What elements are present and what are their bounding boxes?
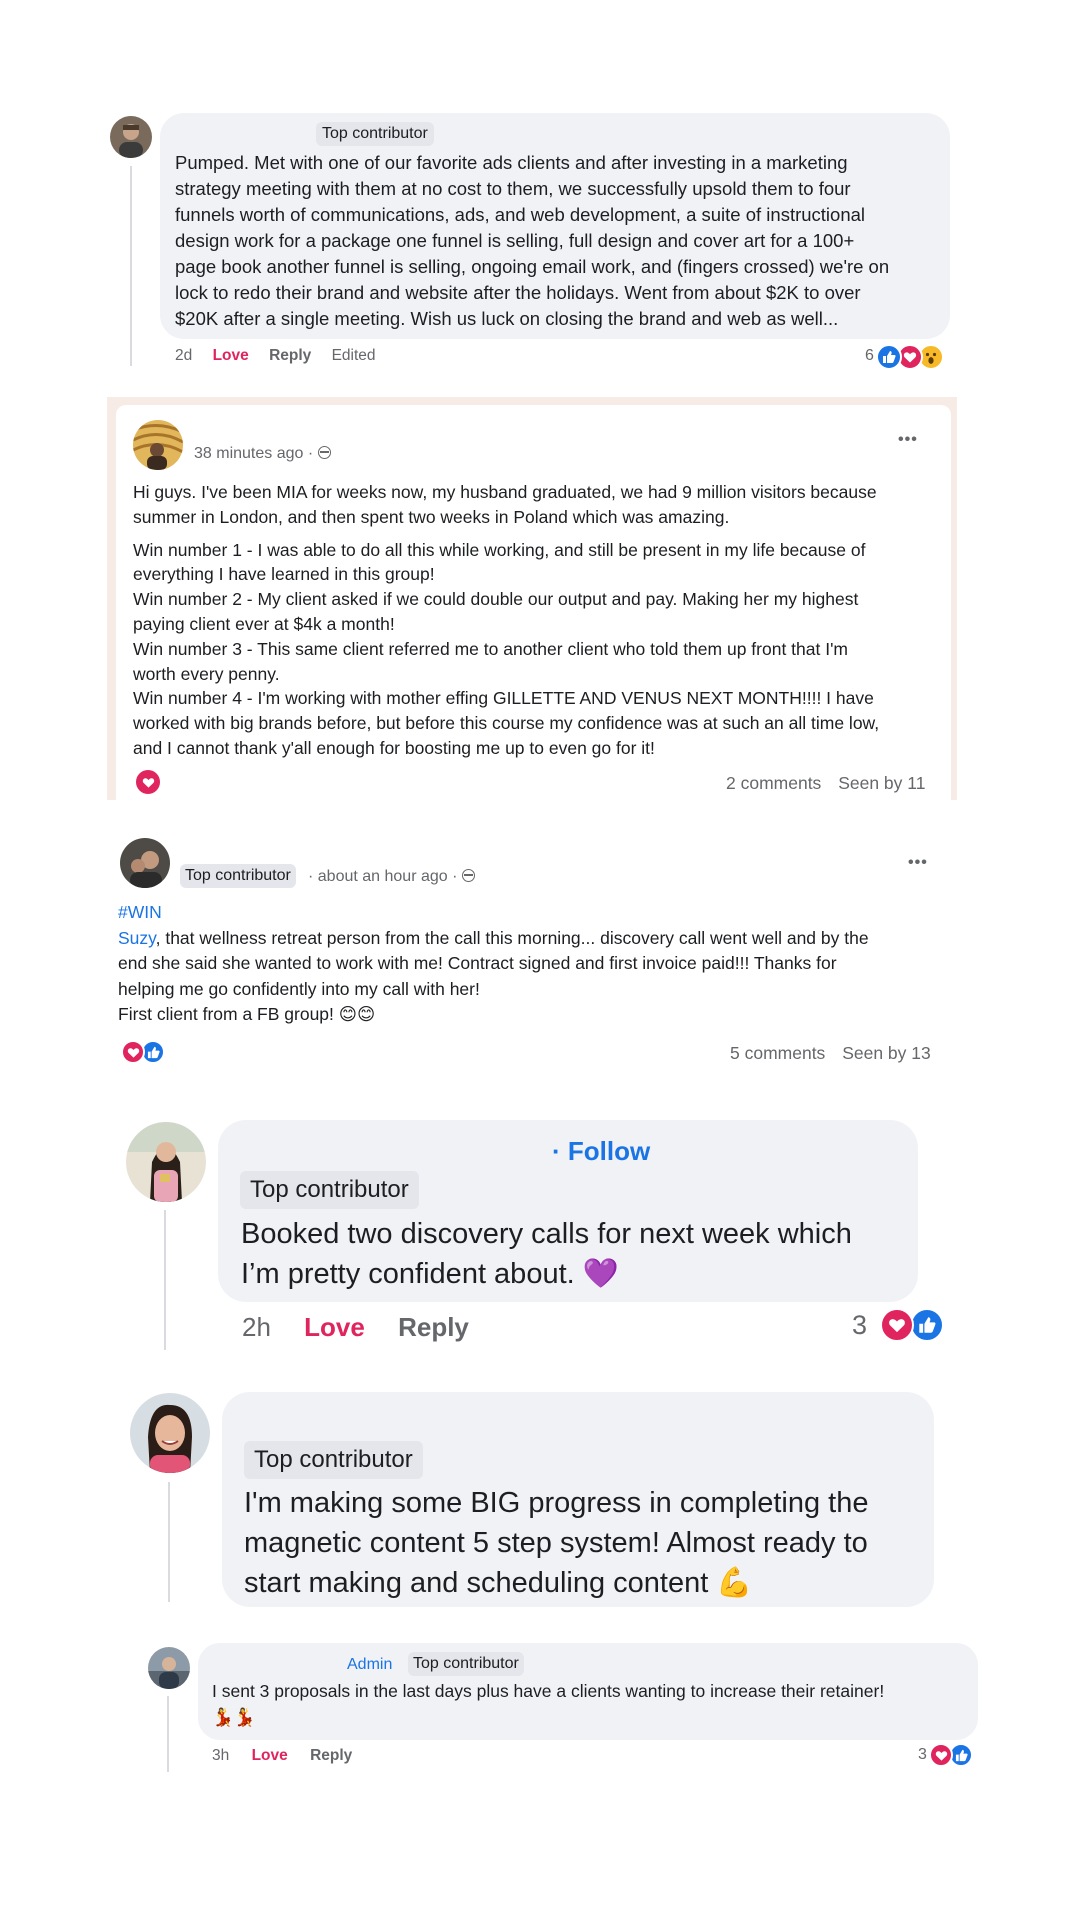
like-icon[interactable]	[910, 1308, 944, 1342]
thread-line	[168, 1482, 170, 1602]
top-contributor-badge: Top contributor	[180, 864, 296, 888]
avatar[interactable]	[130, 1393, 210, 1473]
post-text-line: everything I have learned in this group!	[133, 564, 435, 585]
avatar[interactable]	[120, 838, 170, 888]
comment-text-line: I’m pretty confident about. 💜	[241, 1258, 619, 1290]
reply-button[interactable]: Reply	[269, 347, 311, 364]
top-contributor-badge: Top contributor	[408, 1652, 524, 1676]
comment-text-line: page book another funnel is selling, ong…	[175, 256, 890, 277]
comment-text-line: I'm making some BIG progress in completi…	[244, 1487, 869, 1519]
seen-by[interactable]: Seen by 11	[838, 773, 925, 793]
avatar[interactable]	[133, 420, 183, 470]
hashtag-link[interactable]: #WIN	[118, 900, 869, 926]
comment-text: I'm making some BIG progress in completi…	[244, 1483, 868, 1603]
post-text-line: Win number 2 - My client asked if we cou…	[133, 589, 859, 610]
avatar[interactable]	[148, 1647, 190, 1689]
post-text: Hi guys. I've been MIA for weeks now, my…	[133, 480, 879, 761]
reply-button[interactable]: Reply	[398, 1312, 469, 1342]
comment-text-line: Booked two discovery calls for next week…	[241, 1218, 852, 1250]
like-icon[interactable]	[876, 344, 902, 370]
seen-by[interactable]: Seen by 13	[842, 1043, 931, 1063]
post-text-line: First client from a FB group! 😊😊	[118, 1004, 376, 1024]
more-options-icon[interactable]: •••	[908, 855, 928, 871]
thread-line	[167, 1696, 169, 1772]
love-icon[interactable]	[880, 1308, 914, 1342]
comment-actions: 2h Love Reply	[242, 1312, 469, 1343]
admin-label[interactable]: Admin	[347, 1656, 392, 1674]
timestamp[interactable]: 2h	[242, 1312, 271, 1342]
post-text-line: Win number 3 - This same client referred…	[133, 638, 849, 659]
post-text: #WIN Suzy, that wellness retreat person …	[118, 900, 869, 1028]
comment-text-line: $20K after a single meeting. Wish us luc…	[175, 308, 839, 329]
comment-text-line: strategy meeting with them at no cost to…	[175, 178, 851, 199]
comment-text-line: I sent 3 proposals in the last days plus…	[212, 1681, 885, 1701]
love-icon[interactable]	[929, 1743, 953, 1767]
post-text-line: and I cannot thank y'all enough for boos…	[133, 737, 655, 758]
comment-actions: 3h Love Reply	[212, 1747, 352, 1765]
comment-text: I sent 3 proposals in the last days plus…	[212, 1678, 884, 1730]
top-contributor-badge: Top contributor	[240, 1171, 419, 1209]
comment-text-line: magnetic content 5 step system! Almost r…	[244, 1527, 868, 1559]
love-button[interactable]: Love	[252, 1747, 288, 1764]
comments-count[interactable]: 2 comments	[726, 773, 821, 793]
love-icon[interactable]	[136, 770, 160, 794]
love-icon[interactable]	[121, 1040, 145, 1064]
reaction-count[interactable]: 3	[852, 1310, 867, 1341]
post-text-line: end she said she wanted to work with me!…	[118, 953, 837, 973]
post-stats: 5 comments Seen by 13	[730, 1043, 931, 1064]
comment-text-line: 💃💃	[212, 1707, 256, 1727]
comment-text: Booked two discovery calls for next week…	[241, 1214, 852, 1294]
love-button[interactable]: Love	[304, 1312, 365, 1342]
comment-actions: 2d Love Reply Edited	[175, 347, 376, 365]
mention-link[interactable]: Suzy	[118, 928, 156, 948]
post-text-line: , that wellness retreat person from the …	[155, 927, 869, 948]
post-text-line: worth every penny.	[133, 663, 280, 684]
post-meta: · about an hour ago ·	[308, 868, 475, 886]
thread-line	[164, 1210, 166, 1350]
timestamp[interactable]: 2d	[175, 347, 192, 364]
timestamp[interactable]: 3h	[212, 1747, 229, 1764]
post-timestamp[interactable]: 38 minutes ago ·	[194, 445, 313, 462]
comments-count[interactable]: 5 comments	[730, 1043, 825, 1063]
globe-icon	[317, 446, 331, 459]
thread-line	[130, 166, 132, 366]
comment-text-line: lock to redo their brand and website aft…	[175, 282, 861, 303]
post-text-line: Hi guys. I've been MIA for weeks now, my…	[133, 482, 877, 502]
avatar[interactable]	[126, 1122, 206, 1202]
post-text-line: helping me go confidently into my call w…	[118, 978, 480, 999]
comment-text-line: design work for a package one funnel is …	[175, 230, 855, 251]
love-button[interactable]: Love	[213, 347, 249, 364]
top-contributor-badge: Top contributor	[316, 122, 434, 146]
more-options-icon[interactable]: •••	[898, 432, 918, 448]
comment-text-line: funnels worth of communications, ads, an…	[175, 204, 866, 225]
reaction-count[interactable]: 6	[865, 347, 874, 365]
top-contributor-badge: Top contributor	[244, 1441, 423, 1479]
post-text-line: paying client ever at $4k a month!	[133, 613, 395, 634]
reaction-count[interactable]: 3	[918, 1746, 927, 1764]
post-text-line: worked with big brands before, but befor…	[133, 713, 880, 734]
avatar[interactable]	[110, 116, 152, 158]
post-stats: 2 comments Seen by 11	[726, 773, 925, 794]
follow-link[interactable]: · Follow	[552, 1136, 650, 1167]
post-text-line: Win number 4 - I'm working with mother e…	[133, 688, 874, 709]
comment-text-line: Pumped. Met with one of our favorite ads…	[175, 152, 848, 173]
edited-label: Edited	[331, 347, 376, 364]
reply-button[interactable]: Reply	[310, 1747, 352, 1764]
globe-icon	[461, 869, 475, 882]
post-text-line: Win number 1 - I was able to do all this…	[133, 539, 866, 560]
post-timestamp[interactable]: · about an hour ago ·	[308, 868, 457, 885]
post-text-line: summer in London, and then spent two wee…	[133, 506, 730, 527]
post-meta: 38 minutes ago ·	[194, 445, 331, 463]
comment-text-line: start making and scheduling content 💪	[244, 1567, 753, 1599]
comment-text: Pumped. Met with one of our favorite ads…	[175, 150, 889, 332]
